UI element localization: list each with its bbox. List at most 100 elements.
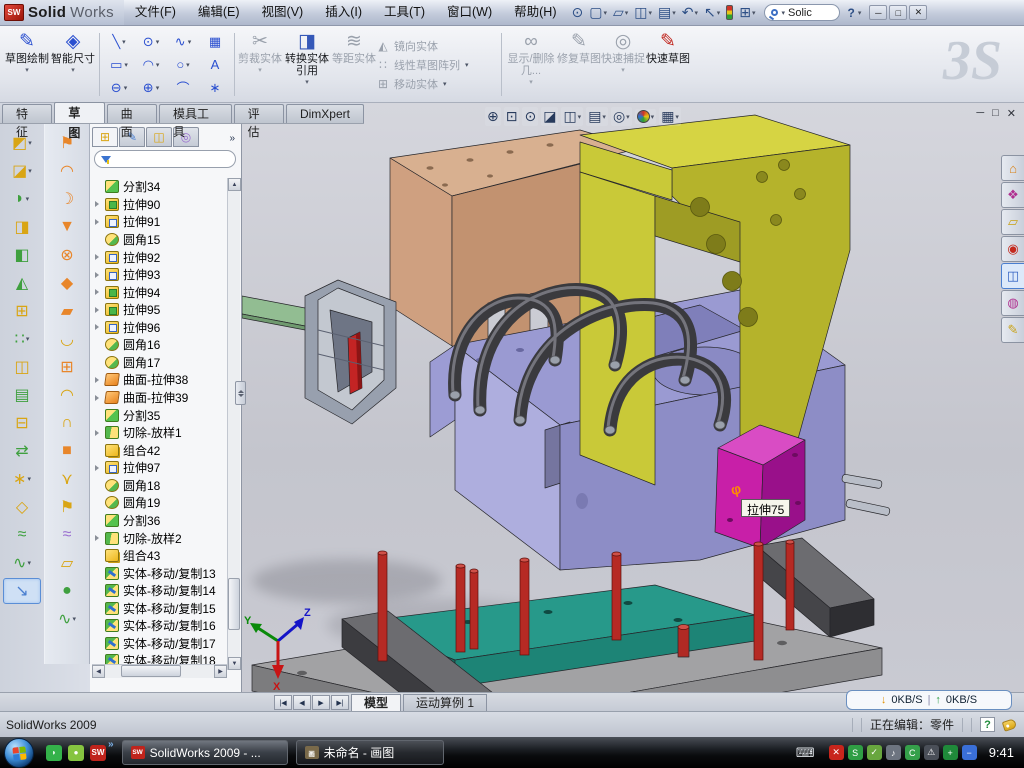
- volume-tray-icon[interactable]: ♪: [886, 745, 901, 760]
- configurationmanager-tab[interactable]: ◫: [146, 127, 172, 147]
- menu-item[interactable]: 帮助(H): [503, 0, 567, 25]
- security-icon[interactable]: ●: [68, 745, 84, 761]
- left-toolbar-button[interactable]: ▤ ▾: [3, 382, 41, 408]
- tree-item[interactable]: 实体-移动/复制16: [92, 617, 226, 635]
- undo-icon[interactable]: ↶▾: [680, 3, 700, 22]
- left-toolbar-button[interactable]: ∩ ▾: [48, 410, 86, 436]
- last-sheet-button[interactable]: ▶|: [331, 695, 349, 710]
- options-icon[interactable]: ⊞▾: [737, 3, 757, 22]
- left-toolbar-button[interactable]: ■ ▾: [48, 438, 86, 464]
- solidworks-icon[interactable]: SW: [90, 745, 106, 761]
- view-palette-tab[interactable]: ◫: [1001, 263, 1024, 289]
- doc-restore-button[interactable]: □: [992, 107, 999, 120]
- sketch-fillet-icon[interactable]: ⌒▾: [167, 76, 199, 99]
- appearances-tab[interactable]: ◍: [1001, 290, 1024, 316]
- tree-item[interactable]: 圆角19: [92, 494, 226, 512]
- design-library-tab[interactable]: ❖: [1001, 182, 1024, 208]
- help-dropdown-icon[interactable]: ▾: [858, 9, 862, 17]
- tree-item[interactable]: 实体-移动/复制14: [92, 582, 226, 600]
- left-toolbar-button[interactable]: ⚑ ▾: [48, 494, 86, 520]
- new-document-icon[interactable]: ▢▾: [587, 3, 609, 22]
- tree-item[interactable]: 切除-放样2: [92, 529, 226, 547]
- dropdown-arrow-icon[interactable]: ▾: [695, 9, 699, 17]
- scroll-up-button[interactable]: ▲: [228, 178, 241, 191]
- document-tab[interactable]: 模型: [351, 694, 401, 711]
- arc-icon[interactable]: ◠▾: [135, 53, 167, 76]
- health-tray-icon[interactable]: +: [943, 745, 958, 760]
- left-toolbar-button[interactable]: ⇄ ▾: [3, 438, 41, 464]
- left-toolbar-button[interactable]: ◪ ▾: [3, 158, 41, 184]
- print-icon[interactable]: ▤▾: [656, 3, 678, 22]
- menu-item[interactable]: 工具(T): [373, 0, 436, 25]
- left-toolbar-button[interactable]: ≈ ▾: [48, 522, 86, 548]
- tree-item[interactable]: 分割35: [92, 406, 226, 424]
- command-tab[interactable]: 草图: [54, 102, 104, 123]
- stoplight-icon[interactable]: ▾: [724, 4, 735, 21]
- dropdown-arrow-icon[interactable]: ▾: [752, 9, 756, 17]
- open-icon[interactable]: ▱▾: [611, 3, 630, 22]
- document-tab[interactable]: 运动算例 1: [403, 694, 487, 711]
- slot-icon[interactable]: ⊖▾: [103, 76, 135, 99]
- left-toolbar-button[interactable]: ◭ ▾: [3, 270, 41, 296]
- left-toolbar-button[interactable]: ⊞ ▾: [3, 298, 41, 324]
- command-tab[interactable]: 评估: [234, 104, 284, 123]
- tree-horizontal-scrollbar[interactable]: ◀ ▶: [92, 664, 227, 678]
- rapid-sketch-button[interactable]: ✎ 快速草图: [645, 29, 691, 100]
- core-insert-and-rod[interactable]: [242, 280, 396, 424]
- dropdown-arrow-icon[interactable]: ▾: [625, 9, 629, 17]
- update-tray-icon[interactable]: −: [962, 745, 977, 760]
- tree-tabs-more-button[interactable]: »: [229, 130, 238, 144]
- restore-button[interactable]: □: [889, 5, 907, 20]
- tree-item[interactable]: 实体-移动/复制17: [92, 635, 226, 653]
- left-toolbar-button[interactable]: ↘ ▾: [3, 578, 41, 604]
- tree-item[interactable]: 分割36: [92, 512, 226, 530]
- left-toolbar-button[interactable]: ⋎ ▾: [48, 466, 86, 492]
- tree-item[interactable]: 拉伸96: [92, 319, 226, 337]
- locating-pin[interactable]: [678, 625, 689, 658]
- expander-icon[interactable]: [95, 535, 99, 541]
- expander-icon[interactable]: [95, 395, 99, 401]
- left-toolbar-button[interactable]: ◡ ▾: [48, 326, 86, 352]
- left-toolbar-button[interactable]: ▰ ▾: [48, 298, 86, 324]
- tag-icon[interactable]: [1002, 718, 1017, 732]
- expander-icon[interactable]: [95, 377, 99, 383]
- first-sheet-button[interactable]: |◀: [274, 695, 292, 710]
- left-toolbar-button[interactable]: ◗ ▾: [3, 186, 41, 212]
- messenger-icon[interactable]: ◗: [46, 745, 62, 761]
- zoom-fit-icon[interactable]: ⊕ ▾: [485, 107, 501, 126]
- tree-item[interactable]: 拉伸90: [92, 196, 226, 214]
- tree-item[interactable]: 圆角17: [92, 354, 226, 372]
- expander-icon[interactable]: [95, 254, 99, 260]
- menu-item[interactable]: 文件(F): [124, 0, 187, 25]
- select-region-icon[interactable]: ▦▾: [199, 30, 231, 53]
- tree-item[interactable]: 组合43: [92, 547, 226, 565]
- spline-icon[interactable]: ∿▾: [167, 30, 199, 53]
- expander-icon[interactable]: [95, 465, 99, 471]
- minimize-button[interactable]: ─: [869, 5, 887, 20]
- expander-icon[interactable]: [95, 201, 99, 207]
- scroll-right-button[interactable]: ▶: [214, 665, 227, 678]
- search-box[interactable]: ▾ Solic: [764, 4, 840, 21]
- doc-minimize-button[interactable]: ─: [976, 107, 984, 120]
- tree-item[interactable]: 拉伸97: [92, 459, 226, 477]
- left-toolbar-button[interactable]: ∿ ▾: [48, 606, 86, 632]
- view-orientation-icon[interactable]: ◫ ▾: [561, 107, 583, 126]
- expander-icon[interactable]: [95, 272, 99, 278]
- rectangle-icon[interactable]: ▭▾: [103, 53, 135, 76]
- point-icon[interactable]: ∗▾: [199, 76, 231, 99]
- tree-item[interactable]: 圆角15: [92, 231, 226, 249]
- left-toolbar-button[interactable]: ● ▾: [48, 578, 86, 604]
- search-value[interactable]: Solic: [788, 7, 812, 19]
- tree-vertical-scrollbar[interactable]: ▲ ▼: [227, 178, 240, 670]
- left-toolbar-button[interactable]: ∷ ▾: [3, 326, 41, 352]
- tree-item[interactable]: 拉伸92: [92, 248, 226, 266]
- left-toolbar-button[interactable]: ◧ ▾: [3, 242, 41, 268]
- display-style-icon[interactable]: ▤ ▾: [586, 107, 608, 126]
- left-toolbar-button[interactable]: ◨ ▾: [3, 214, 41, 240]
- shield-tray-icon[interactable]: S: [848, 745, 863, 760]
- left-toolbar-button[interactable]: ◫ ▾: [3, 354, 41, 380]
- dropdown-arrow-icon[interactable]: ▾: [717, 9, 721, 17]
- tree-item[interactable]: 拉伸94: [92, 283, 226, 301]
- status-help-icon[interactable]: ?: [980, 717, 995, 732]
- left-toolbar-button[interactable]: ⊞ ▾: [48, 354, 86, 380]
